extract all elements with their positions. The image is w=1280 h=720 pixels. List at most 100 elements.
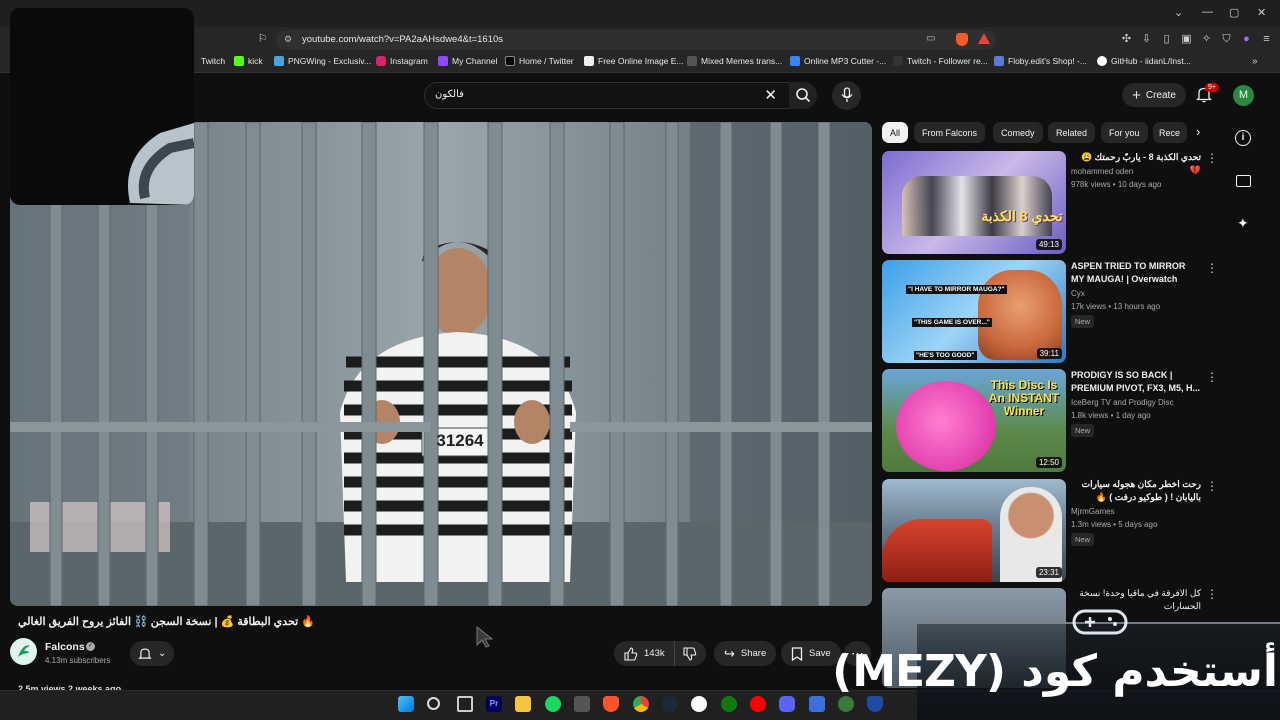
tab-search-icon[interactable]: ⌄ [1174,6,1183,19]
chip-recently[interactable]: Recе [1153,122,1187,143]
bookmark-pngwing[interactable]: PNGWing - Exclusiv... [274,56,371,66]
webcam-overlay [10,8,194,205]
rec-stats-2: 17k views • 13 hours ago [1071,302,1161,311]
chip-for-you[interactable]: For you [1101,122,1148,143]
share-button[interactable]: ↪ Share [714,641,777,666]
thumbs-down-icon [683,646,697,661]
rec-thumbnail-4[interactable]: 23:31 [882,479,1066,582]
rec-thumbnail-2[interactable]: "I HAVE TO MIRROR MAUGA?" "THIS GAME IS … [882,260,1066,363]
chat-icon[interactable] [1236,175,1251,187]
bookmark-twitter[interactable]: Home / Twitter [505,56,574,66]
sparkle-icon[interactable]: ✦ [1237,215,1249,232]
like-count: 143k [644,648,665,659]
bookmark-floby[interactable]: Floby.edit's Shop! -... [994,56,1087,66]
search-input[interactable]: فالكون ✕ [424,82,790,109]
rec-title-2[interactable]: ASPEN TRIED TO MIRROR MY MAUGA! | Overwa… [1071,260,1201,286]
rec-menu-icon[interactable]: ⋮ [1206,262,1218,274]
chip-from-falcons[interactable]: From Falcons [914,122,986,143]
youtube-music-icon[interactable] [750,696,766,712]
monitor-app-icon[interactable] [809,696,825,712]
avatar[interactable]: M [1233,85,1254,106]
bookmark-free-image[interactable]: Free Online Image E... [584,56,684,66]
sidebar-icon[interactable]: ▯ [1160,33,1173,46]
bookmark-mixed-memes[interactable]: Mixed Memes trans... [687,56,782,66]
create-button[interactable]: + Create [1122,83,1186,107]
bookmark-twitch[interactable]: Twitch [201,56,225,66]
rec-channel-2[interactable]: Cyx [1071,289,1085,298]
dislike-button[interactable] [674,641,706,666]
menu-icon[interactable]: ≡ [1260,33,1273,46]
bookmark-icon[interactable]: ⚐ [256,33,269,46]
thumbs-up-icon [624,646,638,661]
discord-icon[interactable] [779,696,795,712]
duration-badge: 49:13 [1035,239,1062,250]
thumb-text: تحدي 8 الكذبة [981,208,1063,224]
rec-title-4[interactable]: رحت اخطر مكان هجوله سيارات باليابان ! ( … [1071,478,1201,504]
search-button[interactable] [789,82,817,109]
maximize-button[interactable]: ▢ [1229,6,1239,19]
site-info-icon[interactable]: ⚙ [284,34,292,45]
bookmark-mp3-cutter[interactable]: Online MP3 Cutter -... [790,56,886,66]
bookmark-twitch-follower[interactable]: Twitch - Follower re... [893,56,988,66]
rec-menu-icon[interactable]: ⋮ [1206,371,1218,383]
notifications-button[interactable]: 9+ [1195,83,1219,104]
clear-search-icon[interactable]: ✕ [764,86,777,104]
file-explorer-icon[interactable] [515,696,531,712]
chips-next-icon[interactable]: › [1196,124,1200,139]
rec-title-3[interactable]: PRODIGY IS SO BACK | PREMIUM PIVOT, FX3,… [1071,369,1201,395]
chip-comedy[interactable]: Comedy [993,122,1043,143]
cast-icon[interactable]: ▭ [926,33,935,44]
bookmark-my-channel[interactable]: My Channel [438,56,497,66]
rec-thumbnail-3[interactable]: This Disc Is An INSTANT Winner 12:50 [882,369,1066,472]
rec-channel-4[interactable]: MjrmGames [1071,507,1115,516]
search-query: فالكون [435,89,464,100]
address-bar[interactable]: ⚙ youtube.com/watch?v=PA2aAHsdwe4&t=1610… [276,30,996,50]
wallet-icon[interactable]: ▣ [1180,33,1193,46]
channel-name[interactable]: Falcons [45,641,85,653]
xbox-icon[interactable] [721,696,737,712]
search-icon[interactable] [427,697,440,710]
rec-channel-1[interactable]: mohammed oden [1071,167,1133,176]
brave-icon[interactable] [603,696,619,712]
spotify-icon[interactable] [545,696,561,712]
bookmark-kick[interactable]: kick [234,56,263,66]
chip-all[interactable]: All [882,122,909,143]
minimize-button[interactable]: — [1202,6,1213,18]
rec-channel-3[interactable]: IceBerg TV and Prodigy Disc [1071,398,1174,407]
brave-rewards-icon[interactable] [978,33,990,44]
download-icon[interactable]: ⇩ [1140,33,1153,46]
premiere-pro-icon[interactable]: Pr [486,696,502,712]
extensions-icon[interactable]: ✣ [1120,33,1133,46]
rec-menu-icon[interactable]: ⋮ [1206,480,1218,492]
rec-thumbnail-1[interactable]: تحدي 8 الكذبة 49:13 [882,151,1066,254]
create-label: Create [1145,89,1176,101]
calculator-icon[interactable] [574,696,590,712]
leo-icon[interactable]: ✧ [1200,33,1213,46]
shield-app-icon[interactable] [867,696,883,712]
bookmarks-overflow-icon[interactable]: » [1252,56,1258,67]
voice-search-button[interactable] [832,81,861,110]
video-title: 🔥 تحدي البطاقة 💰 | نسخة السجن ⛓️ الفائز … [17,616,315,628]
xbox-app-icon[interactable] [838,696,854,712]
close-window-button[interactable]: ✕ [1257,6,1266,19]
plus-icon: + [1132,86,1141,104]
bookmark-instagram[interactable]: Instagram [376,56,428,66]
like-button[interactable]: 143k [614,641,675,666]
bookmark-github[interactable]: GitHub - iidanL/Inst... [1097,56,1191,66]
channel-avatar[interactable] [10,638,37,665]
vpn-icon[interactable]: ⛉ [1220,33,1233,46]
rec-menu-icon[interactable]: ⋮ [1206,588,1218,600]
windows-start-icon[interactable] [398,696,414,712]
steam-icon[interactable] [662,696,678,712]
task-view-icon[interactable] [457,696,473,712]
brave-shield-icon[interactable] [956,33,968,46]
chip-related[interactable]: Related [1048,122,1096,143]
google-icon[interactable] [691,696,707,712]
rec-stats-4: 1.3m views • 5 days ago [1071,520,1158,529]
rec-menu-icon[interactable]: ⋮ [1206,152,1218,164]
profile-icon[interactable]: ● [1240,33,1253,46]
info-icon[interactable]: i [1235,130,1251,146]
chrome-icon[interactable] [633,696,649,712]
save-playlist-icon [791,646,803,661]
subscribed-button[interactable]: ⌄ [130,641,175,666]
